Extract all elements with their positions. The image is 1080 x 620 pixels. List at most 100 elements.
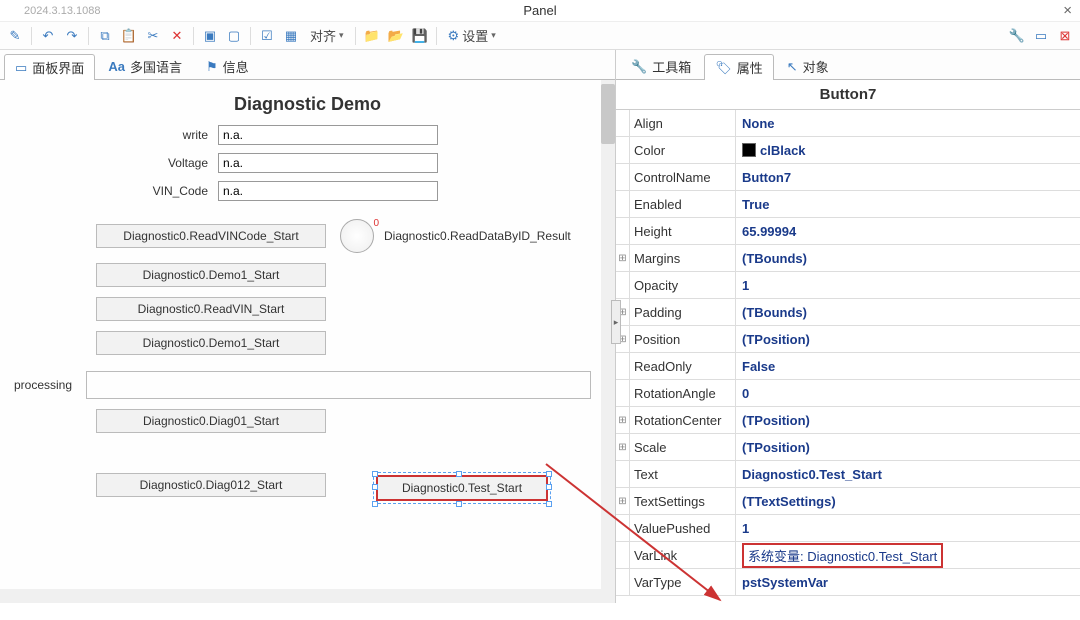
gauge-icon[interactable]: 0	[340, 219, 374, 253]
vin-input[interactable]	[218, 181, 438, 201]
redo-icon[interactable]: ↷	[61, 25, 83, 47]
property-value[interactable]: True	[736, 191, 1080, 217]
property-value[interactable]: 65.99994	[736, 218, 1080, 244]
demo1-button[interactable]: Diagnostic0.Demo1_Start	[96, 263, 326, 287]
property-value[interactable]: 0	[736, 380, 1080, 406]
property-row[interactable]: ⊞Padding(TBounds)	[616, 299, 1080, 326]
resize-handle-icon[interactable]	[546, 484, 552, 490]
wrench-icon[interactable]: 🔧	[1006, 25, 1028, 47]
property-value[interactable]: 1	[736, 515, 1080, 541]
write-input[interactable]	[218, 125, 438, 145]
property-row[interactable]: Height65.99994	[616, 218, 1080, 245]
property-row[interactable]: ReadOnlyFalse	[616, 353, 1080, 380]
property-value[interactable]: False	[736, 353, 1080, 379]
gauge-value: 0	[373, 218, 379, 229]
property-value[interactable]: (TPosition)	[736, 407, 1080, 433]
layer-back-icon[interactable]: ▢	[223, 25, 245, 47]
property-value[interactable]: (TPosition)	[736, 326, 1080, 352]
resize-handle-icon[interactable]	[546, 471, 552, 477]
tab-label: 面板界面	[32, 58, 84, 77]
expand-icon	[616, 380, 630, 406]
property-row[interactable]: ValuePushed1	[616, 515, 1080, 542]
expand-icon[interactable]: ⊞	[616, 488, 630, 514]
diag01-button[interactable]: Diagnostic0.Diag01_Start	[96, 409, 326, 433]
read-vincode-button[interactable]: Diagnostic0.ReadVINCode_Start	[96, 224, 326, 248]
expand-icon[interactable]: ⊞	[616, 434, 630, 460]
property-row[interactable]: VarTypepstSystemVar	[616, 569, 1080, 596]
design-canvas[interactable]: Diagnostic Demo write Voltage VIN_Code D…	[0, 80, 615, 603]
add-folder-icon[interactable]: 📂	[385, 25, 407, 47]
new-folder-icon[interactable]: 📁	[361, 25, 383, 47]
resize-handle-icon[interactable]	[372, 501, 378, 507]
paste-icon[interactable]: 📋	[118, 25, 140, 47]
window-icon[interactable]: ▭	[1030, 25, 1052, 47]
property-row[interactable]: ⊞RotationCenter(TPosition)	[616, 407, 1080, 434]
resize-handle-icon[interactable]	[372, 484, 378, 490]
cut-icon[interactable]: ✂	[142, 25, 164, 47]
property-row[interactable]: Opacity1	[616, 272, 1080, 299]
property-row[interactable]: TextDiagnostic0.Test_Start	[616, 461, 1080, 488]
property-row[interactable]: ⊞Margins(TBounds)	[616, 245, 1080, 272]
property-row[interactable]: EnabledTrue	[616, 191, 1080, 218]
property-row[interactable]: ControlNameButton7	[616, 164, 1080, 191]
copy-icon[interactable]: ⧉	[94, 25, 116, 47]
property-grid[interactable]: AlignNoneColorclBlackControlNameButton7E…	[616, 110, 1080, 603]
left-tabs: ▭ 面板界面 Aa 多国语言 ⚑ 信息	[0, 50, 615, 80]
settings-dropdown[interactable]: ⚙ 设置 ▾	[442, 25, 502, 47]
property-row[interactable]: VarLink系统变量: Diagnostic0.Test_Start	[616, 542, 1080, 569]
property-value[interactable]: (TBounds)	[736, 245, 1080, 271]
property-key: VarType	[630, 569, 736, 595]
property-key: VarLink	[630, 542, 736, 568]
check-icon[interactable]: ☑	[256, 25, 278, 47]
resize-handle-icon[interactable]	[456, 501, 462, 507]
property-value[interactable]: (TBounds)	[736, 299, 1080, 325]
tab-toolbox[interactable]: 🔧 工具箱	[620, 53, 702, 79]
horizontal-scrollbar[interactable]	[0, 589, 601, 603]
voltage-input[interactable]	[218, 153, 438, 173]
diag012-button[interactable]: Diagnostic0.Diag012_Start	[96, 473, 326, 497]
tab-language[interactable]: Aa 多国语言	[97, 53, 193, 79]
tab-panel-ui[interactable]: ▭ 面板界面	[4, 54, 95, 80]
property-value[interactable]: clBlack	[736, 137, 1080, 163]
property-value[interactable]: 系统变量: Diagnostic0.Test_Start	[736, 542, 1080, 568]
property-row[interactable]: ⊞Scale(TPosition)	[616, 434, 1080, 461]
demo1b-button[interactable]: Diagnostic0.Demo1_Start	[96, 331, 326, 355]
property-value[interactable]: Button7	[736, 164, 1080, 190]
align-dropdown[interactable]: 对齐 ▾	[304, 25, 350, 47]
expand-icon[interactable]: ⊞	[616, 407, 630, 433]
property-value[interactable]: Diagnostic0.Test_Start	[736, 461, 1080, 487]
property-value[interactable]: None	[736, 110, 1080, 136]
save-icon[interactable]: 💾	[409, 25, 431, 47]
processing-field[interactable]	[86, 371, 591, 399]
resize-handle-icon[interactable]	[456, 471, 462, 477]
expand-icon[interactable]: ⊞	[616, 245, 630, 271]
property-row[interactable]: RotationAngle0	[616, 380, 1080, 407]
readvin-button[interactable]: Diagnostic0.ReadVIN_Start	[96, 297, 326, 321]
grid-icon[interactable]: ▦	[280, 25, 302, 47]
property-row[interactable]: AlignNone	[616, 110, 1080, 137]
pane-collapser[interactable]: ▸	[611, 300, 621, 344]
test-start-button[interactable]: Diagnostic0.Test_Start	[376, 475, 548, 501]
tab-info[interactable]: ⚑ 信息	[195, 53, 260, 79]
property-row[interactable]: ColorclBlack	[616, 137, 1080, 164]
property-value[interactable]: pstSystemVar	[736, 569, 1080, 595]
property-key: RotationCenter	[630, 407, 736, 433]
resize-handle-icon[interactable]	[546, 501, 552, 507]
property-row[interactable]: ⊞Position(TPosition)	[616, 326, 1080, 353]
tab-properties[interactable]: 🏷 属性	[704, 54, 774, 80]
property-value[interactable]: 1	[736, 272, 1080, 298]
edit-icon[interactable]: ✎	[4, 25, 26, 47]
resize-handle-icon[interactable]	[372, 471, 378, 477]
tab-objects[interactable]: ↖ 对象	[776, 53, 840, 79]
property-row[interactable]: ⊞TextSettings(TTextSettings)	[616, 488, 1080, 515]
close-icon[interactable]: ×	[1063, 2, 1072, 19]
layer-front-icon[interactable]: ▣	[199, 25, 221, 47]
delete-icon[interactable]: ✕	[166, 25, 188, 47]
property-value[interactable]: (TPosition)	[736, 434, 1080, 460]
expand-icon	[616, 272, 630, 298]
gauge-row: Diagnostic0.ReadVINCode_Start 0 Diagnost…	[0, 219, 615, 253]
field-label: Voltage	[0, 156, 218, 170]
property-value[interactable]: (TTextSettings)	[736, 488, 1080, 514]
close-panel-icon[interactable]: ⊠	[1054, 25, 1076, 47]
undo-icon[interactable]: ↶	[37, 25, 59, 47]
